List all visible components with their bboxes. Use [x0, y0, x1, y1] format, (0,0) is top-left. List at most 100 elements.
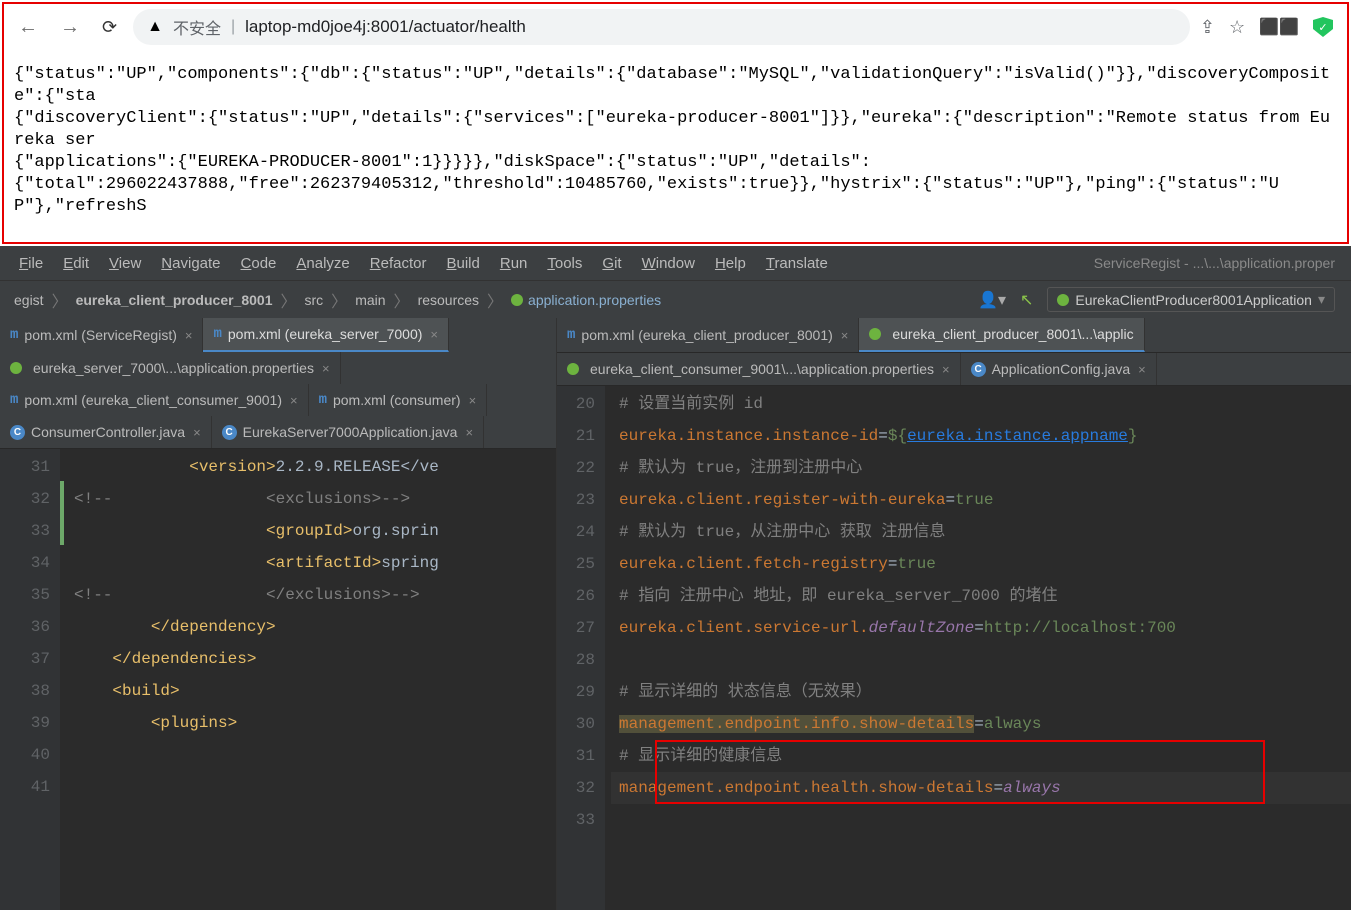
class-icon: C: [222, 425, 237, 440]
right-editor-pane: m pom.xml (eureka_client_producer_8001) × e…: [557, 318, 1351, 910]
tab-label: pom.xml (ServiceRegist): [24, 327, 176, 343]
close-icon[interactable]: ×: [1136, 362, 1146, 377]
tab[interactable]: m pom.xml (eureka_client_consumer_9001) ×: [0, 384, 309, 416]
menu-navigate[interactable]: Navigate: [152, 251, 229, 276]
spring-icon: [869, 328, 881, 340]
chevron-right-icon: 〉: [485, 288, 505, 312]
close-icon[interactable]: ×: [467, 393, 477, 408]
chevron-right-icon: 〉: [392, 288, 412, 312]
spring-icon: [567, 363, 579, 375]
tab[interactable]: eureka_client_consumer_9001\...\applicat…: [557, 353, 961, 385]
close-icon[interactable]: ×: [191, 425, 201, 440]
build-icon[interactable]: ↖: [1020, 290, 1033, 310]
forward-button[interactable]: →: [54, 16, 86, 39]
close-icon[interactable]: ×: [839, 328, 849, 343]
menu-git[interactable]: Git: [593, 251, 630, 276]
highlight-box: [655, 740, 1265, 804]
insecure-icon: ▲: [147, 18, 163, 36]
chevron-down-icon: ▾: [1318, 291, 1325, 308]
close-icon[interactable]: ×: [428, 327, 438, 342]
user-icon[interactable]: 👤▾: [978, 290, 1006, 310]
tab-label: pom.xml (consumer): [333, 392, 461, 408]
crumb-res[interactable]: resources: [412, 292, 485, 308]
insecure-label: 不安全: [173, 15, 221, 39]
back-button[interactable]: ←: [12, 16, 44, 39]
tab[interactable]: eureka_server_7000\...\application.prope…: [0, 352, 341, 384]
gutter: 3132333435363738394041: [12, 449, 60, 910]
browser-actions: ⇪ ☆ ⬛⬛ ✓: [1200, 17, 1339, 38]
window-title: ServiceRegist - ...\...\application.prop…: [1094, 255, 1341, 271]
tab-label: pom.xml (eureka_client_consumer_9001): [24, 392, 282, 408]
breadcrumb-bar: egist 〉 eureka_client_producer_8001 〉 sr…: [0, 280, 1351, 318]
spring-icon: [1057, 294, 1069, 306]
crumb-module[interactable]: eureka_client_producer_8001: [70, 292, 279, 308]
crumb-src[interactable]: src: [299, 292, 330, 308]
tab-label: pom.xml (eureka_client_producer_8001): [581, 327, 832, 343]
maven-icon: m: [213, 326, 221, 342]
menu-bar: FileEditViewNavigateCodeAnalyzeRefactorB…: [0, 246, 1351, 280]
right-tab-row-2: eureka_client_consumer_9001\...\applicat…: [557, 353, 1351, 386]
menu-edit[interactable]: Edit: [54, 251, 98, 276]
maven-icon: m: [10, 327, 18, 343]
tab[interactable]: m pom.xml (eureka_client_producer_8001) ×: [557, 318, 859, 352]
close-icon[interactable]: ×: [320, 361, 330, 376]
bookmark-icon[interactable]: ☆: [1229, 17, 1245, 38]
menu-tools[interactable]: Tools: [538, 251, 591, 276]
tab[interactable]: C ApplicationConfig.java ×: [961, 353, 1157, 385]
share-icon[interactable]: ⇪: [1200, 17, 1215, 38]
url-text: laptop-md0joe4j:8001/actuator/health: [245, 17, 526, 37]
tab[interactable]: m pom.xml (consumer) ×: [309, 384, 488, 416]
tab[interactable]: C EurekaServer7000Application.java ×: [212, 416, 484, 448]
browser-toolbar: ← → ⟳ ▲ 不安全 | laptop-md0joe4j:8001/actua…: [4, 4, 1347, 50]
menu-refactor[interactable]: Refactor: [361, 251, 436, 276]
tab[interactable]: eureka_client_producer_8001\...\applic: [859, 318, 1144, 352]
address-bar[interactable]: ▲ 不安全 | laptop-md0joe4j:8001/actuator/he…: [133, 9, 1190, 45]
tab[interactable]: m pom.xml (ServiceRegist) ×: [0, 318, 203, 352]
menu-build[interactable]: Build: [437, 251, 488, 276]
menu-view[interactable]: View: [100, 251, 150, 276]
menu-run[interactable]: Run: [491, 251, 537, 276]
left-editor-pane: m pom.xml (ServiceRegist) × m pom.xml (eurek…: [0, 318, 557, 910]
menu-window[interactable]: Window: [633, 251, 704, 276]
close-icon[interactable]: ×: [940, 362, 950, 377]
extension-icon[interactable]: ⬛⬛: [1259, 17, 1299, 37]
tab-label: eureka_client_consumer_9001\...\applicat…: [590, 361, 934, 377]
menu-translate[interactable]: Translate: [757, 251, 837, 276]
menu-help[interactable]: Help: [706, 251, 755, 276]
chevron-right-icon: 〉: [278, 288, 298, 312]
tab-label: pom.xml (eureka_server_7000): [228, 326, 423, 342]
crumb-main[interactable]: main: [349, 292, 391, 308]
ide-window: FileEditViewNavigateCodeAnalyzeRefactorB…: [0, 246, 1351, 910]
class-icon: C: [971, 362, 986, 377]
menu-file[interactable]: File: [10, 251, 52, 276]
tab[interactable]: m pom.xml (eureka_server_7000) ×: [203, 318, 449, 352]
properties-code-area[interactable]: 2021222324252627282930313233 # 设置当前实例 id…: [557, 386, 1351, 910]
crumb-root[interactable]: egist: [8, 292, 50, 308]
close-icon[interactable]: ×: [288, 393, 298, 408]
maven-icon: m: [10, 392, 18, 408]
shield-icon[interactable]: ✓: [1313, 17, 1333, 37]
chevron-right-icon: 〉: [50, 288, 70, 312]
class-icon: C: [10, 425, 25, 440]
close-icon[interactable]: ×: [183, 328, 193, 343]
gutter: 2021222324252627282930313233: [557, 386, 605, 910]
close-icon[interactable]: ×: [463, 425, 473, 440]
maven-icon: m: [319, 392, 327, 408]
tab-label: ApplicationConfig.java: [992, 361, 1131, 377]
tab[interactable]: CConsumerController.java×: [0, 416, 212, 448]
crumb-file[interactable]: application.properties: [505, 292, 667, 308]
chevron-right-icon: 〉: [329, 288, 349, 312]
tab-label: EurekaServer7000Application.java: [243, 424, 458, 440]
reload-button[interactable]: ⟳: [96, 17, 123, 38]
tab-label: eureka_server_7000\...\application.prope…: [33, 360, 314, 376]
pom-code-area[interactable]: 3132333435363738394041 <version>2.2.9.RE…: [0, 449, 556, 910]
maven-icon: m: [567, 327, 575, 343]
run-config-selector[interactable]: EurekaClientProducer8001Application ▾: [1047, 287, 1335, 312]
menu-code[interactable]: Code: [232, 251, 286, 276]
menu-analyze[interactable]: Analyze: [287, 251, 358, 276]
code-lines[interactable]: <version>2.2.9.RELEASE</ve<!-- <exclusio…: [60, 449, 556, 910]
crumb-file-label: application.properties: [528, 292, 661, 308]
run-config-label: EurekaClientProducer8001Application: [1075, 292, 1312, 308]
browser-highlight-box: ← → ⟳ ▲ 不安全 | laptop-md0joe4j:8001/actua…: [2, 2, 1349, 244]
code-lines[interactable]: # 设置当前实例 ideureka.instance.instance-id=$…: [605, 386, 1351, 910]
